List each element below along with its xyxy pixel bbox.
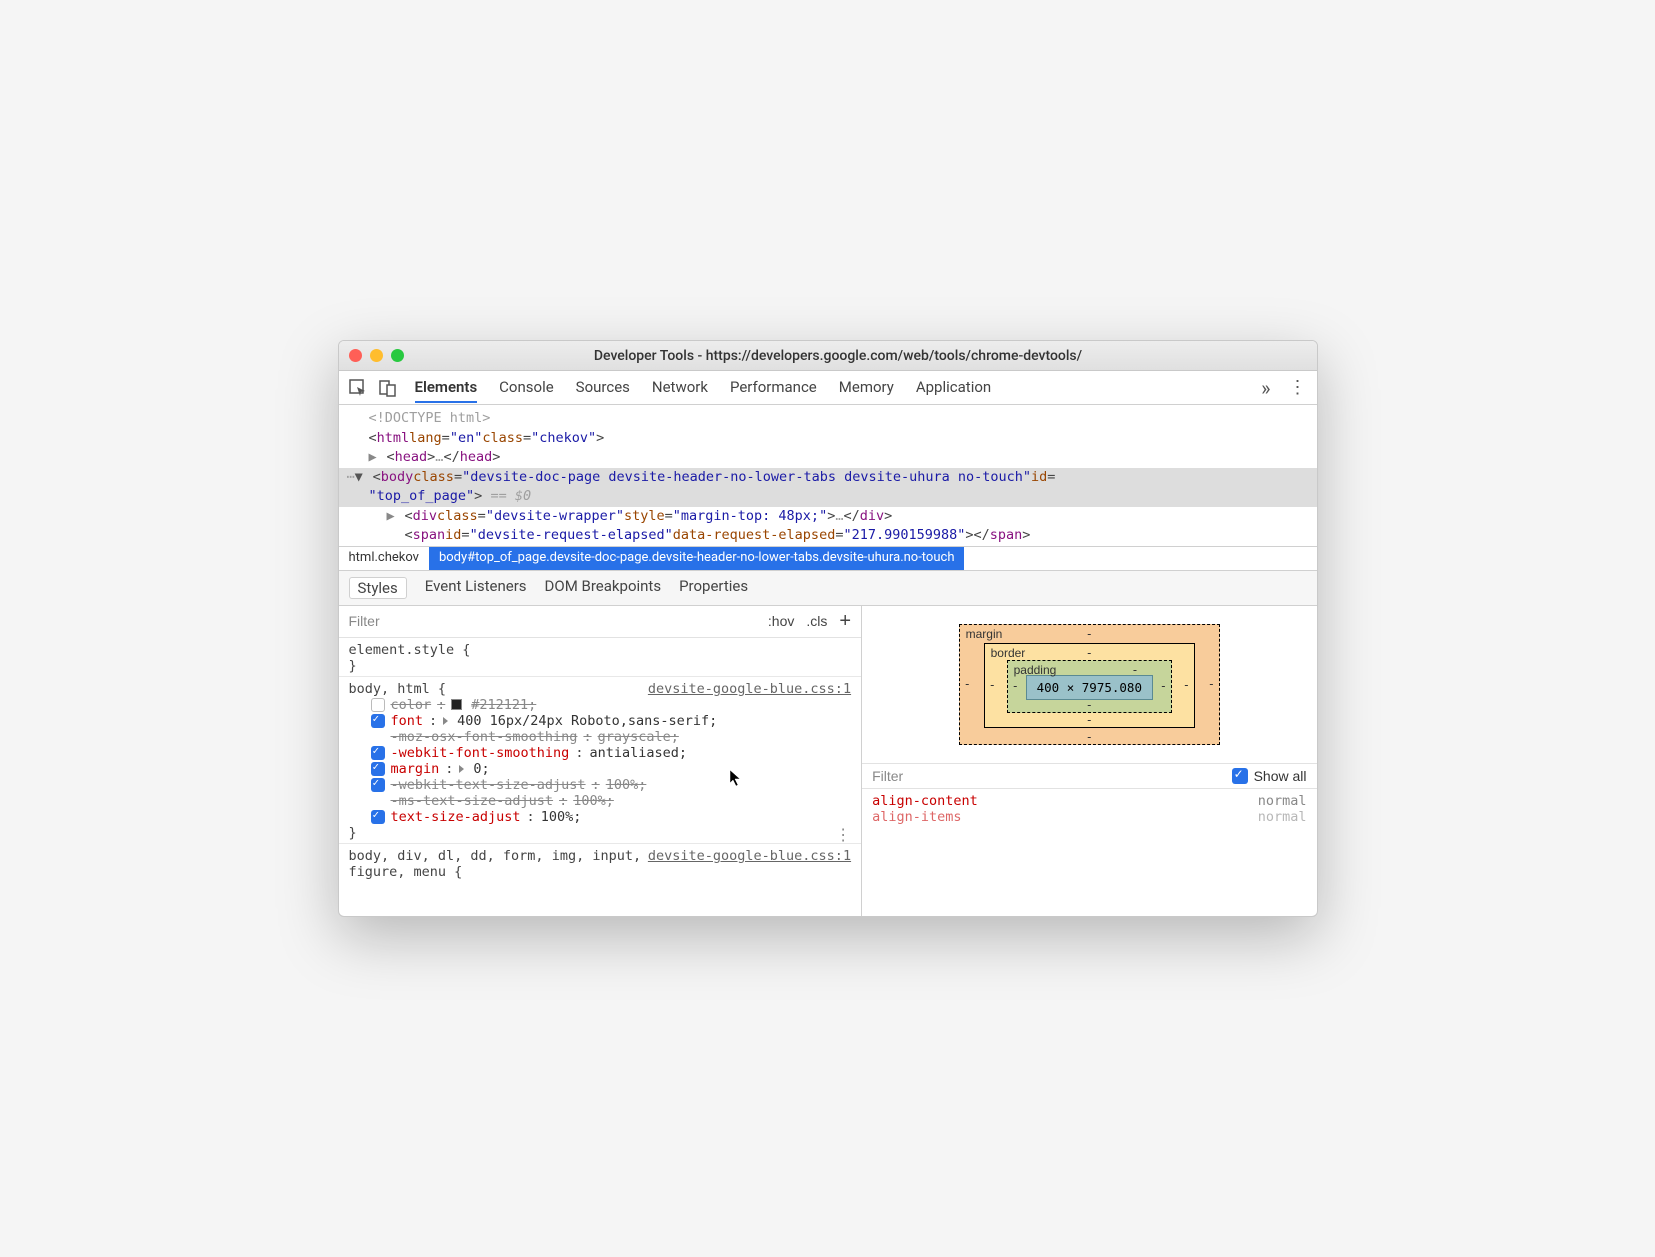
dom-line-body-selected[interactable]: ⋯▼<body class="devsite-doc-page devsite-…	[339, 468, 1317, 507]
styles-toolbar: Filter :hov .cls +	[339, 606, 862, 638]
show-all-label: Show all	[1254, 768, 1307, 784]
styles-filter-input[interactable]: Filter	[349, 613, 756, 629]
breadcrumb-item-selected[interactable]: body#top_of_page.devsite-doc-page.devsit…	[429, 547, 965, 570]
tab-elements[interactable]: Elements	[415, 372, 478, 403]
close-icon[interactable]	[349, 349, 362, 362]
prop-checkbox[interactable]	[371, 714, 385, 728]
prop-webkit-smooth[interactable]: -webkit-font-smoothing: antialiased;	[349, 745, 852, 761]
styles-panel: Filter :hov .cls + element.style { } dev…	[339, 606, 863, 916]
margin-label: margin	[966, 627, 1003, 641]
settings-kebab-icon[interactable]: ⋮	[1289, 377, 1307, 398]
rule-selector: body, div, dl, dd, form, img, input, fig…	[349, 848, 642, 880]
window-title: Developer Tools - https://developers.goo…	[418, 348, 1307, 364]
panel-tabs: Elements Console Sources Network Perform…	[415, 372, 1262, 403]
tab-styles[interactable]: Styles	[349, 577, 407, 599]
lower-panels: Filter :hov .cls + element.style { } dev…	[339, 606, 1317, 916]
prop-ms-tsa[interactable]: -ms-text-size-adjust: 100%;	[349, 793, 852, 809]
rule-selector: element.style {	[349, 642, 471, 658]
more-tabs-icon[interactable]: »	[1261, 376, 1270, 400]
border-label: border	[991, 646, 1026, 660]
dom-line-div[interactable]: ▶<div class="devsite-wrapper" style="mar…	[339, 507, 1317, 527]
prop-checkbox[interactable]	[371, 698, 385, 712]
main-toolbar: Elements Console Sources Network Perform…	[339, 371, 1317, 405]
prop-checkbox[interactable]	[371, 810, 385, 824]
dom-tree[interactable]: <!DOCTYPE html> <html lang="en" class="c…	[339, 405, 1317, 546]
color-swatch-icon[interactable]	[451, 699, 462, 710]
padding-label: padding	[1014, 663, 1057, 677]
prop-color[interactable]: color: #212121;	[349, 697, 852, 713]
prop-font[interactable]: font: 400 16px/24px Roboto,sans-serif;	[349, 713, 852, 729]
prop-checkbox[interactable]	[371, 746, 385, 760]
devtools-window: Developer Tools - https://developers.goo…	[338, 340, 1318, 917]
breadcrumb: html.chekov body#top_of_page.devsite-doc…	[339, 546, 1317, 570]
prop-webkit-tsa[interactable]: -webkit-text-size-adjust: 100%;	[349, 777, 852, 793]
tab-network[interactable]: Network	[652, 372, 708, 403]
rule-source-link[interactable]: devsite-google-blue.css:1	[648, 681, 851, 697]
dom-line-span[interactable]: <span id="devsite-request-elapsed" data-…	[339, 526, 1317, 546]
dom-line-doctype[interactable]: <!DOCTYPE html>	[339, 409, 1317, 429]
computed-row[interactable]: align-contentnormal	[872, 793, 1306, 809]
dom-line-html[interactable]: <html lang="en" class="chekov">	[339, 429, 1317, 449]
titlebar: Developer Tools - https://developers.goo…	[339, 341, 1317, 371]
box-model[interactable]: margin - - - - border - - - - padding -	[862, 606, 1316, 764]
minimize-icon[interactable]	[370, 349, 383, 362]
prop-tsa[interactable]: text-size-adjust: 100%;	[349, 809, 852, 825]
tab-sources[interactable]: Sources	[576, 372, 630, 403]
hov-toggle[interactable]: :hov	[768, 613, 794, 629]
dom-line-head[interactable]: ▶<head>…</head>	[339, 448, 1317, 468]
expand-icon[interactable]	[443, 717, 448, 725]
tab-dom-breakpoints[interactable]: DOM Breakpoints	[545, 577, 662, 599]
tab-application[interactable]: Application	[916, 372, 991, 403]
zoom-icon[interactable]	[391, 349, 404, 362]
breadcrumb-item[interactable]: html.chekov	[339, 547, 429, 570]
prop-checkbox[interactable]	[371, 762, 385, 776]
computed-row[interactable]: align-itemsnormal	[872, 809, 1306, 825]
prop-moz-smooth[interactable]: -moz-osx-font-smoothing: grayscale;	[349, 729, 852, 745]
cls-toggle[interactable]: .cls	[806, 613, 827, 629]
rule-body-html[interactable]: devsite-google-blue.css:1 body, html { co…	[339, 677, 862, 844]
prop-margin[interactable]: margin: 0;	[349, 761, 852, 777]
tab-event-listeners[interactable]: Event Listeners	[425, 577, 527, 599]
show-all-checkbox[interactable]	[1232, 768, 1248, 784]
computed-panel: margin - - - - border - - - - padding -	[862, 606, 1316, 916]
inspect-icon[interactable]	[349, 379, 367, 397]
rule-element-style[interactable]: element.style { }	[339, 638, 862, 677]
traffic-lights	[349, 349, 404, 362]
prop-checkbox[interactable]	[371, 778, 385, 792]
computed-list[interactable]: align-contentnormal align-itemsnormal	[862, 789, 1316, 829]
computed-filter-input[interactable]: Filter	[872, 768, 1232, 784]
cursor-icon	[729, 769, 743, 787]
tab-properties[interactable]: Properties	[679, 577, 748, 599]
styles-panel-tabs: Styles Event Listeners DOM Breakpoints P…	[339, 570, 1317, 606]
tab-performance[interactable]: Performance	[730, 372, 817, 403]
box-model-content: 400 × 7975.080	[1026, 675, 1153, 700]
computed-filter-bar: Filter Show all	[862, 764, 1316, 789]
rule-body-div[interactable]: devsite-google-blue.css:1 body, div, dl, …	[339, 844, 862, 882]
device-toolbar-icon[interactable]	[379, 379, 397, 397]
rule-kebab-icon[interactable]: ⋮	[835, 825, 851, 844]
rule-selector: body, html {	[349, 681, 447, 697]
expand-icon[interactable]	[459, 765, 464, 773]
rule-source-link[interactable]: devsite-google-blue.css:1	[648, 848, 851, 864]
tab-console[interactable]: Console	[499, 372, 554, 403]
tab-memory[interactable]: Memory	[839, 372, 894, 403]
new-rule-icon[interactable]: +	[839, 610, 851, 633]
